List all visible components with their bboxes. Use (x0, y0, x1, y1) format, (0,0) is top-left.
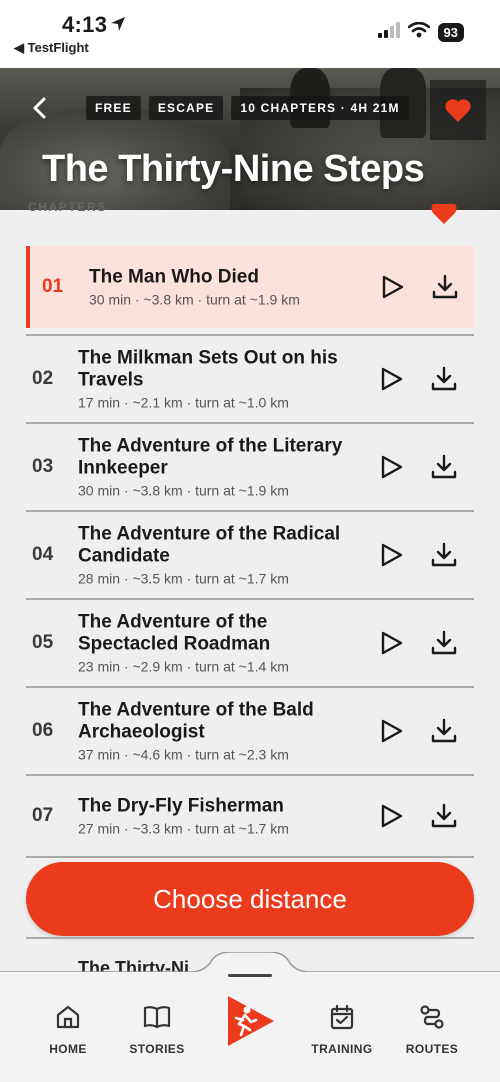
chapter-meta: 23 min · ~2.9 km · turn at ~1.4 km (78, 658, 289, 675)
heart-icon (430, 201, 458, 229)
list-divider (26, 328, 474, 336)
chapter-meta: 30 min · ~3.8 km · turn at ~1.9 km (78, 482, 289, 499)
run-play-button[interactable] (228, 996, 274, 1046)
chapter-title: The Adventure of the Literary Innkeeper (78, 435, 343, 479)
tab-bar: HOME STORIES TRAINING ROUTES (0, 972, 500, 1082)
status-indicators: 93 (377, 21, 464, 43)
chapter-number: 07 (32, 805, 54, 826)
calendar-check-icon (300, 1002, 384, 1032)
choose-distance-button[interactable]: Choose distance (26, 862, 474, 936)
battery-indicator: 93 (437, 23, 464, 42)
play-icon[interactable] (378, 273, 406, 301)
tab-routes[interactable]: ROUTES (390, 1002, 474, 1056)
chapter-row[interactable]: 02 The Milkman Sets Out on his Travels 1… (26, 336, 474, 424)
back-to-testflight-link[interactable]: ◀ TestFlight (14, 40, 89, 56)
chapter-title: The Dry-Fly Fisherman (78, 795, 284, 817)
book-icon (115, 1002, 199, 1032)
tab-label: ROUTES (405, 1042, 459, 1056)
download-icon[interactable] (430, 629, 458, 657)
tag-genre: ESCAPE (148, 96, 224, 120)
chevron-left-icon (33, 97, 46, 119)
chapter-list: 01 The Man Who Died 30 min · ~3.8 km · t… (26, 246, 474, 858)
hero-header: FREE ESCAPE 10 CHAPTERS · 4H 21M The Thi… (0, 68, 500, 210)
play-icon[interactable] (377, 541, 405, 569)
chapter-meta: 37 min · ~4.6 km · turn at ~2.3 km (78, 746, 289, 763)
chapter-info: The Man Who Died 30 min · ~3.8 km · turn… (89, 267, 359, 308)
story-tags: FREE ESCAPE 10 CHAPTERS · 4H 21M (86, 96, 409, 120)
chapter-row[interactable]: 06 The Adventure of the Bald Archaeologi… (26, 688, 474, 776)
tab-home[interactable]: HOME (26, 1002, 110, 1056)
play-icon[interactable] (377, 365, 405, 393)
chapter-info: The Adventure of the Spectacled Roadman … (78, 612, 348, 675)
chapter-number: 06 (32, 720, 54, 741)
list-divider (26, 937, 474, 939)
chapter-number: 05 (32, 632, 54, 653)
chapter-number: 04 (32, 544, 54, 565)
download-icon[interactable] (430, 365, 458, 393)
runner-icon (234, 1006, 258, 1037)
chapter-number: 03 (32, 456, 54, 477)
chapter-row[interactable]: 01 The Man Who Died 30 min · ~3.8 km · t… (26, 246, 474, 328)
home-icon (26, 1002, 110, 1032)
chapter-title: The Adventure of the Spectacled Roadman (78, 611, 271, 655)
download-icon[interactable] (430, 541, 458, 569)
favorite-button[interactable] (430, 80, 486, 140)
play-icon[interactable] (377, 629, 405, 657)
tab-label: HOME (49, 1042, 87, 1056)
download-icon[interactable] (430, 802, 458, 830)
chapter-number: 01 (42, 276, 64, 297)
chapter-row[interactable]: 05 The Adventure of the Spectacled Roadm… (26, 600, 474, 688)
chapter-info: The Milkman Sets Out on his Travels 17 m… (78, 348, 348, 411)
tabbar-handle (228, 974, 272, 977)
chapter-info: The Adventure of the Literary Innkeeper … (78, 436, 348, 499)
play-icon[interactable] (377, 717, 405, 745)
section-label-chapters: CHAPTERS (28, 200, 107, 214)
tab-label: STORIES (129, 1042, 185, 1056)
chapter-info: The Adventure of the Radical Candidate 2… (78, 524, 348, 587)
chapter-info: The Adventure of the Bald Archaeologist … (78, 700, 348, 763)
screen: 4:13 ◀ TestFlight 93 FREE ESCAPE 10 CHAP… (0, 0, 500, 1082)
chapter-row[interactable]: 07 The Dry-Fly Fisherman 27 min · ~3.3 k… (26, 776, 474, 858)
back-button[interactable] (24, 92, 56, 124)
wifi-icon (407, 21, 430, 43)
download-icon[interactable] (430, 453, 458, 481)
chapter-meta: 27 min · ~3.3 km · turn at ~1.7 km (78, 820, 289, 837)
download-icon[interactable] (430, 717, 458, 745)
status-time: 4:13 (62, 12, 108, 37)
chapter-row[interactable]: 04 The Adventure of the Radical Candidat… (26, 512, 474, 600)
signal-icon (377, 22, 400, 43)
heart-icon (445, 99, 471, 122)
tab-label: TRAINING (311, 1042, 373, 1056)
tab-stories[interactable]: STORIES (115, 1002, 199, 1056)
chapter-meta: 30 min · ~3.8 km · turn at ~1.9 km (89, 291, 300, 308)
chapter-row[interactable]: 03 The Adventure of the Literary Innkeep… (26, 424, 474, 512)
location-arrow-icon (110, 16, 126, 37)
chapter-meta: 28 min · ~3.5 km · turn at ~1.7 km (78, 570, 289, 587)
play-icon[interactable] (377, 802, 405, 830)
chapter-number: 02 (32, 368, 54, 389)
tag-price: FREE (86, 96, 141, 120)
story-title: The Thirty-Nine Steps (42, 148, 425, 190)
chapter-meta: 17 min · ~2.1 km · turn at ~1.0 km (78, 394, 289, 411)
tag-chapters-duration: 10 CHAPTERS · 4H 21M (231, 96, 409, 120)
download-icon[interactable] (431, 273, 459, 301)
play-icon[interactable] (377, 453, 405, 481)
route-icon (390, 1002, 474, 1032)
status-bar: 4:13 ◀ TestFlight 93 (0, 0, 500, 68)
chapter-title: The Adventure of the Bald Archaeologist (78, 699, 314, 743)
chapter-info: The Dry-Fly Fisherman 27 min · ~3.3 km ·… (78, 796, 348, 837)
chapter-title: The Man Who Died (89, 266, 259, 288)
chapter-title: The Adventure of the Radical Candidate (78, 523, 341, 567)
tab-training[interactable]: TRAINING (300, 1002, 384, 1056)
chapter-title: The Milkman Sets Out on his Travels (78, 347, 338, 391)
